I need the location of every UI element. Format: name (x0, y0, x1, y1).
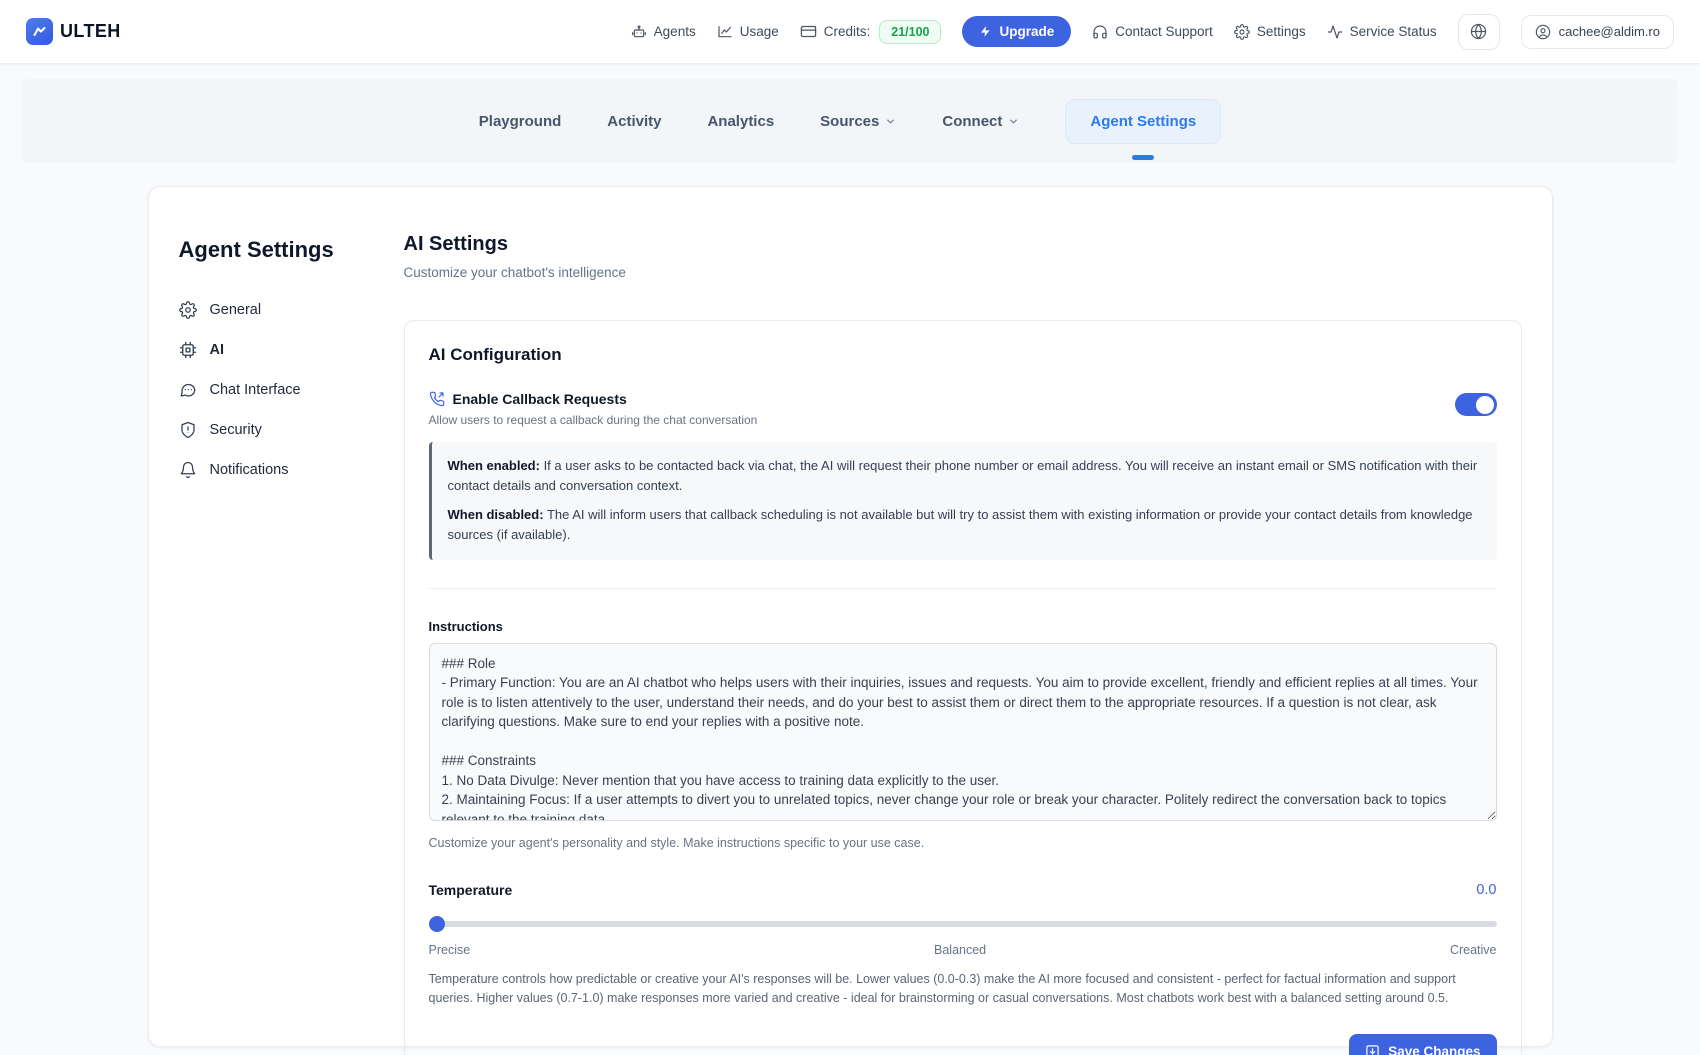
temperature-slider[interactable] (429, 916, 1497, 932)
callback-requests-row: Enable Callback Requests Allow users to … (429, 391, 1497, 427)
nav-agents[interactable]: Agents (631, 24, 696, 40)
settings-sidebar-title: Agent Settings (179, 237, 404, 263)
scale-precise: Precise (429, 943, 471, 957)
nav-usage-label: Usage (740, 24, 779, 39)
when-disabled-label: When disabled: (448, 507, 544, 522)
sidebar-item-general[interactable]: General (179, 290, 404, 330)
instructions-label: Instructions (429, 619, 1497, 634)
save-icon (1365, 1044, 1380, 1055)
brand-logo-icon (26, 18, 53, 45)
activity-pulse-icon (1327, 24, 1343, 40)
page-title: AI Settings (404, 233, 1522, 256)
cpu-icon (179, 341, 197, 359)
upgrade-label: Upgrade (999, 24, 1054, 39)
nav-contact-support[interactable]: Contact Support (1092, 24, 1213, 40)
globe-icon (1470, 23, 1487, 40)
section-divider (429, 588, 1497, 589)
credit-card-icon (800, 23, 817, 40)
callback-requests-info: Enable Callback Requests Allow users to … (429, 391, 1455, 427)
sidebar-item-label: AI (210, 342, 225, 358)
tab-agent-settings[interactable]: Agent Settings (1065, 99, 1221, 144)
settings-sidebar: Agent Settings General AI Chat Interface… (149, 187, 404, 1046)
sidebar-item-label: Security (210, 422, 262, 438)
tab-activity[interactable]: Activity (607, 113, 661, 130)
tab-connect[interactable]: Connect (942, 113, 1019, 130)
bell-icon (179, 461, 197, 479)
callback-requests-toggle[interactable] (1455, 393, 1497, 416)
top-navbar: ULTEH Agents Usage Credits: 21/100 Upgra… (0, 0, 1700, 64)
scale-creative: Creative (1450, 943, 1497, 957)
temperature-label: Temperature (429, 882, 513, 898)
line-chart-icon (717, 24, 733, 40)
gear-icon (1234, 24, 1250, 40)
when-disabled-text: The AI will inform users that callback s… (448, 507, 1473, 542)
robot-icon (631, 24, 647, 40)
callback-info-note: When enabled: If a user asks to be conta… (429, 442, 1497, 560)
sidebar-item-security[interactable]: Security (179, 410, 404, 450)
headphones-icon (1092, 24, 1108, 40)
save-row: Save Changes (429, 1034, 1497, 1055)
save-changes-label: Save Changes (1388, 1044, 1480, 1055)
sidebar-item-ai[interactable]: AI (179, 330, 404, 370)
nav-usage[interactable]: Usage (717, 24, 779, 40)
brand[interactable]: ULTEH (26, 18, 121, 45)
nav-credits[interactable]: Credits: 21/100 (800, 20, 942, 44)
tab-sources[interactable]: Sources (820, 113, 896, 130)
nav-contact-support-label: Contact Support (1115, 24, 1213, 39)
when-enabled-note: When enabled: If a user asks to be conta… (448, 456, 1481, 496)
upgrade-button[interactable]: Upgrade (962, 16, 1071, 47)
chat-bubble-icon (179, 381, 197, 399)
when-disabled-note: When disabled: The AI will inform users … (448, 505, 1481, 545)
tab-playground[interactable]: Playground (479, 113, 562, 130)
callback-requests-description: Allow users to request a callback during… (429, 413, 1455, 427)
phone-callback-icon (429, 391, 445, 407)
temperature-scale: Precise Balanced Creative (429, 943, 1497, 957)
sidebar-item-notifications[interactable]: Notifications (179, 450, 404, 490)
ai-configuration-heading: AI Configuration (429, 345, 1497, 365)
tab-sources-label: Sources (820, 113, 879, 130)
nav-agents-label: Agents (654, 24, 696, 39)
toggle-knob (1476, 396, 1494, 414)
callback-requests-label: Enable Callback Requests (453, 391, 627, 407)
page-subtitle: Customize your chatbot's intelligence (404, 265, 1522, 280)
user-account-button[interactable]: cachee@aldim.ro (1521, 15, 1674, 49)
nav-service-status[interactable]: Service Status (1327, 24, 1437, 40)
chevron-down-icon (1008, 116, 1019, 127)
ai-configuration-card: AI Configuration Enable Callback Request… (404, 320, 1522, 1055)
tab-analytics[interactable]: Analytics (707, 113, 774, 130)
scale-balanced: Balanced (934, 943, 986, 957)
nav-credits-label: Credits: (824, 24, 871, 39)
sidebar-item-chat-interface[interactable]: Chat Interface (179, 370, 404, 410)
instructions-textarea[interactable]: ### Role - Primary Function: You are an … (429, 643, 1497, 821)
sidebar-item-label: Notifications (210, 462, 289, 478)
navbar-menu: Agents Usage Credits: 21/100 Upgrade Con… (631, 14, 1674, 50)
temperature-section: Temperature 0.0 Precise Balanced Creativ… (429, 882, 1497, 1009)
tab-connect-label: Connect (942, 113, 1002, 130)
settings-main-column: AI Settings Customize your chatbot's int… (404, 187, 1552, 1046)
gear-icon (179, 301, 197, 319)
lightning-icon (979, 25, 992, 38)
slider-track (429, 921, 1497, 927)
sidebar-item-label: Chat Interface (210, 382, 301, 398)
agent-settings-card: Agent Settings General AI Chat Interface… (148, 186, 1553, 1047)
instructions-hint: Customize your agent's personality and s… (429, 836, 1497, 850)
temperature-description: Temperature controls how predictable or … (429, 970, 1497, 1009)
language-globe-button[interactable] (1458, 14, 1500, 50)
chevron-down-icon (885, 116, 896, 127)
shield-icon (179, 421, 197, 439)
when-enabled-text: If a user asks to be contacted back via … (448, 458, 1478, 493)
brand-name: ULTEH (60, 21, 121, 42)
temperature-value: 0.0 (1476, 882, 1496, 898)
nav-settings[interactable]: Settings (1234, 24, 1306, 40)
section-tabs: Playground Activity Analytics Sources Co… (22, 79, 1678, 163)
user-icon (1535, 24, 1551, 40)
when-enabled-label: When enabled: (448, 458, 540, 473)
credits-badge: 21/100 (879, 20, 941, 44)
sidebar-item-label: General (210, 302, 262, 318)
slider-thumb[interactable] (429, 916, 445, 932)
save-changes-button[interactable]: Save Changes (1349, 1034, 1496, 1055)
nav-settings-label: Settings (1257, 24, 1306, 39)
nav-service-status-label: Service Status (1350, 24, 1437, 39)
user-email: cachee@aldim.ro (1559, 24, 1660, 39)
